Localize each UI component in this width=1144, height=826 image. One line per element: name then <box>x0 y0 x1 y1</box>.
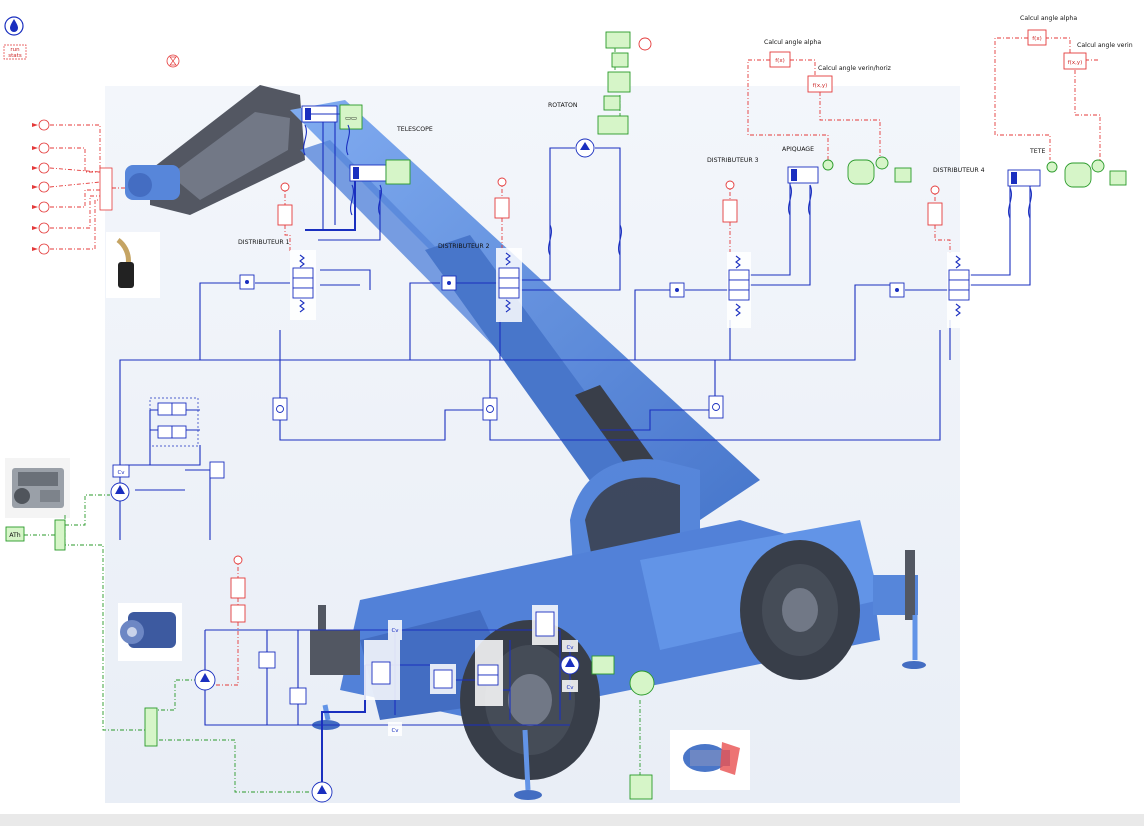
label-distributeur-2: DISTRIBUTEUR 2 <box>438 243 490 250</box>
atm-block[interactable]: ATh <box>5 526 25 542</box>
main-pump[interactable] <box>110 482 130 502</box>
relief-valve-b[interactable] <box>289 687 307 705</box>
svg-text:Cv: Cv <box>566 685 574 691</box>
shuttle-valve-3[interactable] <box>708 395 724 419</box>
distributeur-4-valve[interactable] <box>947 252 971 328</box>
label-distributeur-4: DISTRIBUTEUR 4 <box>933 167 985 174</box>
svg-text:Cv: Cv <box>391 728 399 734</box>
direction-valve-lower[interactable] <box>475 640 503 706</box>
shuttle-valve-1[interactable] <box>272 397 288 421</box>
relief-valve-engine[interactable] <box>209 461 225 479</box>
rotary-actuator-photo <box>670 730 750 790</box>
distributeur-1-valve[interactable] <box>290 250 316 320</box>
label-calcul-verin: Calcul angle verin <box>1077 42 1133 49</box>
svg-text:Cv: Cv <box>391 628 399 634</box>
shuttle-valve-2[interactable] <box>482 397 498 421</box>
svg-text:▭▭: ▭▭ <box>345 115 357 122</box>
distributeur-1-check[interactable] <box>239 274 255 290</box>
run-stats-block[interactable]: run stats <box>3 44 27 60</box>
calc-verin-horiz-block[interactable]: f(x,y) <box>807 75 833 93</box>
tete-cylinder[interactable] <box>1007 159 1127 188</box>
relief-valve-a[interactable] <box>258 651 276 669</box>
calc-alpha-1-block[interactable]: f(x) <box>769 51 791 68</box>
hydraulic-schematic-canvas[interactable]: run stats ATh ▭▭ TELESCOPE DISTRIBUTEUR … <box>0 0 1144 826</box>
label-telescope: TELESCOPE <box>396 126 433 133</box>
rotation-motor[interactable] <box>575 138 595 158</box>
charge-pump[interactable] <box>311 781 333 803</box>
calc-verin-block[interactable]: f(x,y) <box>1063 52 1087 70</box>
svg-text:f(x): f(x) <box>775 58 784 64</box>
label-distributeur-3: DISTRIBUTEUR 3 <box>707 157 759 164</box>
distributeur-2-check[interactable] <box>441 275 457 291</box>
svg-text:f(x,y): f(x,y) <box>1068 60 1083 66</box>
schematic-svg: run stats ATh ▭▭ TELESCOPE DISTRIBUTEUR … <box>3 15 1133 803</box>
window-bottom-frame <box>0 814 1144 826</box>
cv-block-2[interactable]: Cv <box>388 722 402 736</box>
run-stats-label-2: stats <box>8 53 22 59</box>
pressure-reducing-valve[interactable] <box>532 605 558 645</box>
label-calcul-verin-horiz: Calcul angle verin/horiz <box>818 65 891 72</box>
svg-text:Cv: Cv <box>566 645 574 651</box>
distributeur-3-check[interactable] <box>669 282 685 298</box>
flow-control-valve[interactable] <box>430 664 456 694</box>
joystick-photo <box>106 232 160 298</box>
calc-alpha-2-block[interactable]: f(x) <box>1027 29 1047 46</box>
label-rotation: ROTATON <box>548 102 578 109</box>
water-drop-icon[interactable] <box>4 16 24 36</box>
variable-pump[interactable] <box>194 669 216 691</box>
engine-coupling[interactable] <box>54 519 66 551</box>
hourglass-icon[interactable] <box>166 54 180 68</box>
svg-text:f(x): f(x) <box>1032 36 1041 42</box>
atm-label: ATh <box>9 532 21 539</box>
svg-text:Cv: Cv <box>117 470 125 476</box>
cv-block-1[interactable]: Cv <box>112 464 130 478</box>
svg-text:f(x,y): f(x,y) <box>813 83 828 89</box>
label-distributeur-1: DISTRIBUTEUR 1 <box>238 239 290 246</box>
engine-photo <box>5 458 70 518</box>
label-apiquage: APIQUAGE <box>782 146 814 153</box>
distributeur-4-check[interactable] <box>889 282 905 298</box>
label-calcul-alpha-2: Calcul angle alpha <box>1020 15 1077 22</box>
label-tete: TETE <box>1029 148 1045 155</box>
distributeur-3-valve[interactable] <box>727 252 751 328</box>
mechanical-coupling-lower[interactable] <box>144 707 158 747</box>
pump-photo <box>118 603 182 661</box>
label-calcul-alpha-1: Calcul angle alpha <box>764 39 821 46</box>
hydraulic-motor-lower[interactable]: Cv Cv <box>560 640 580 692</box>
distributeur-2-valve[interactable] <box>496 248 522 322</box>
